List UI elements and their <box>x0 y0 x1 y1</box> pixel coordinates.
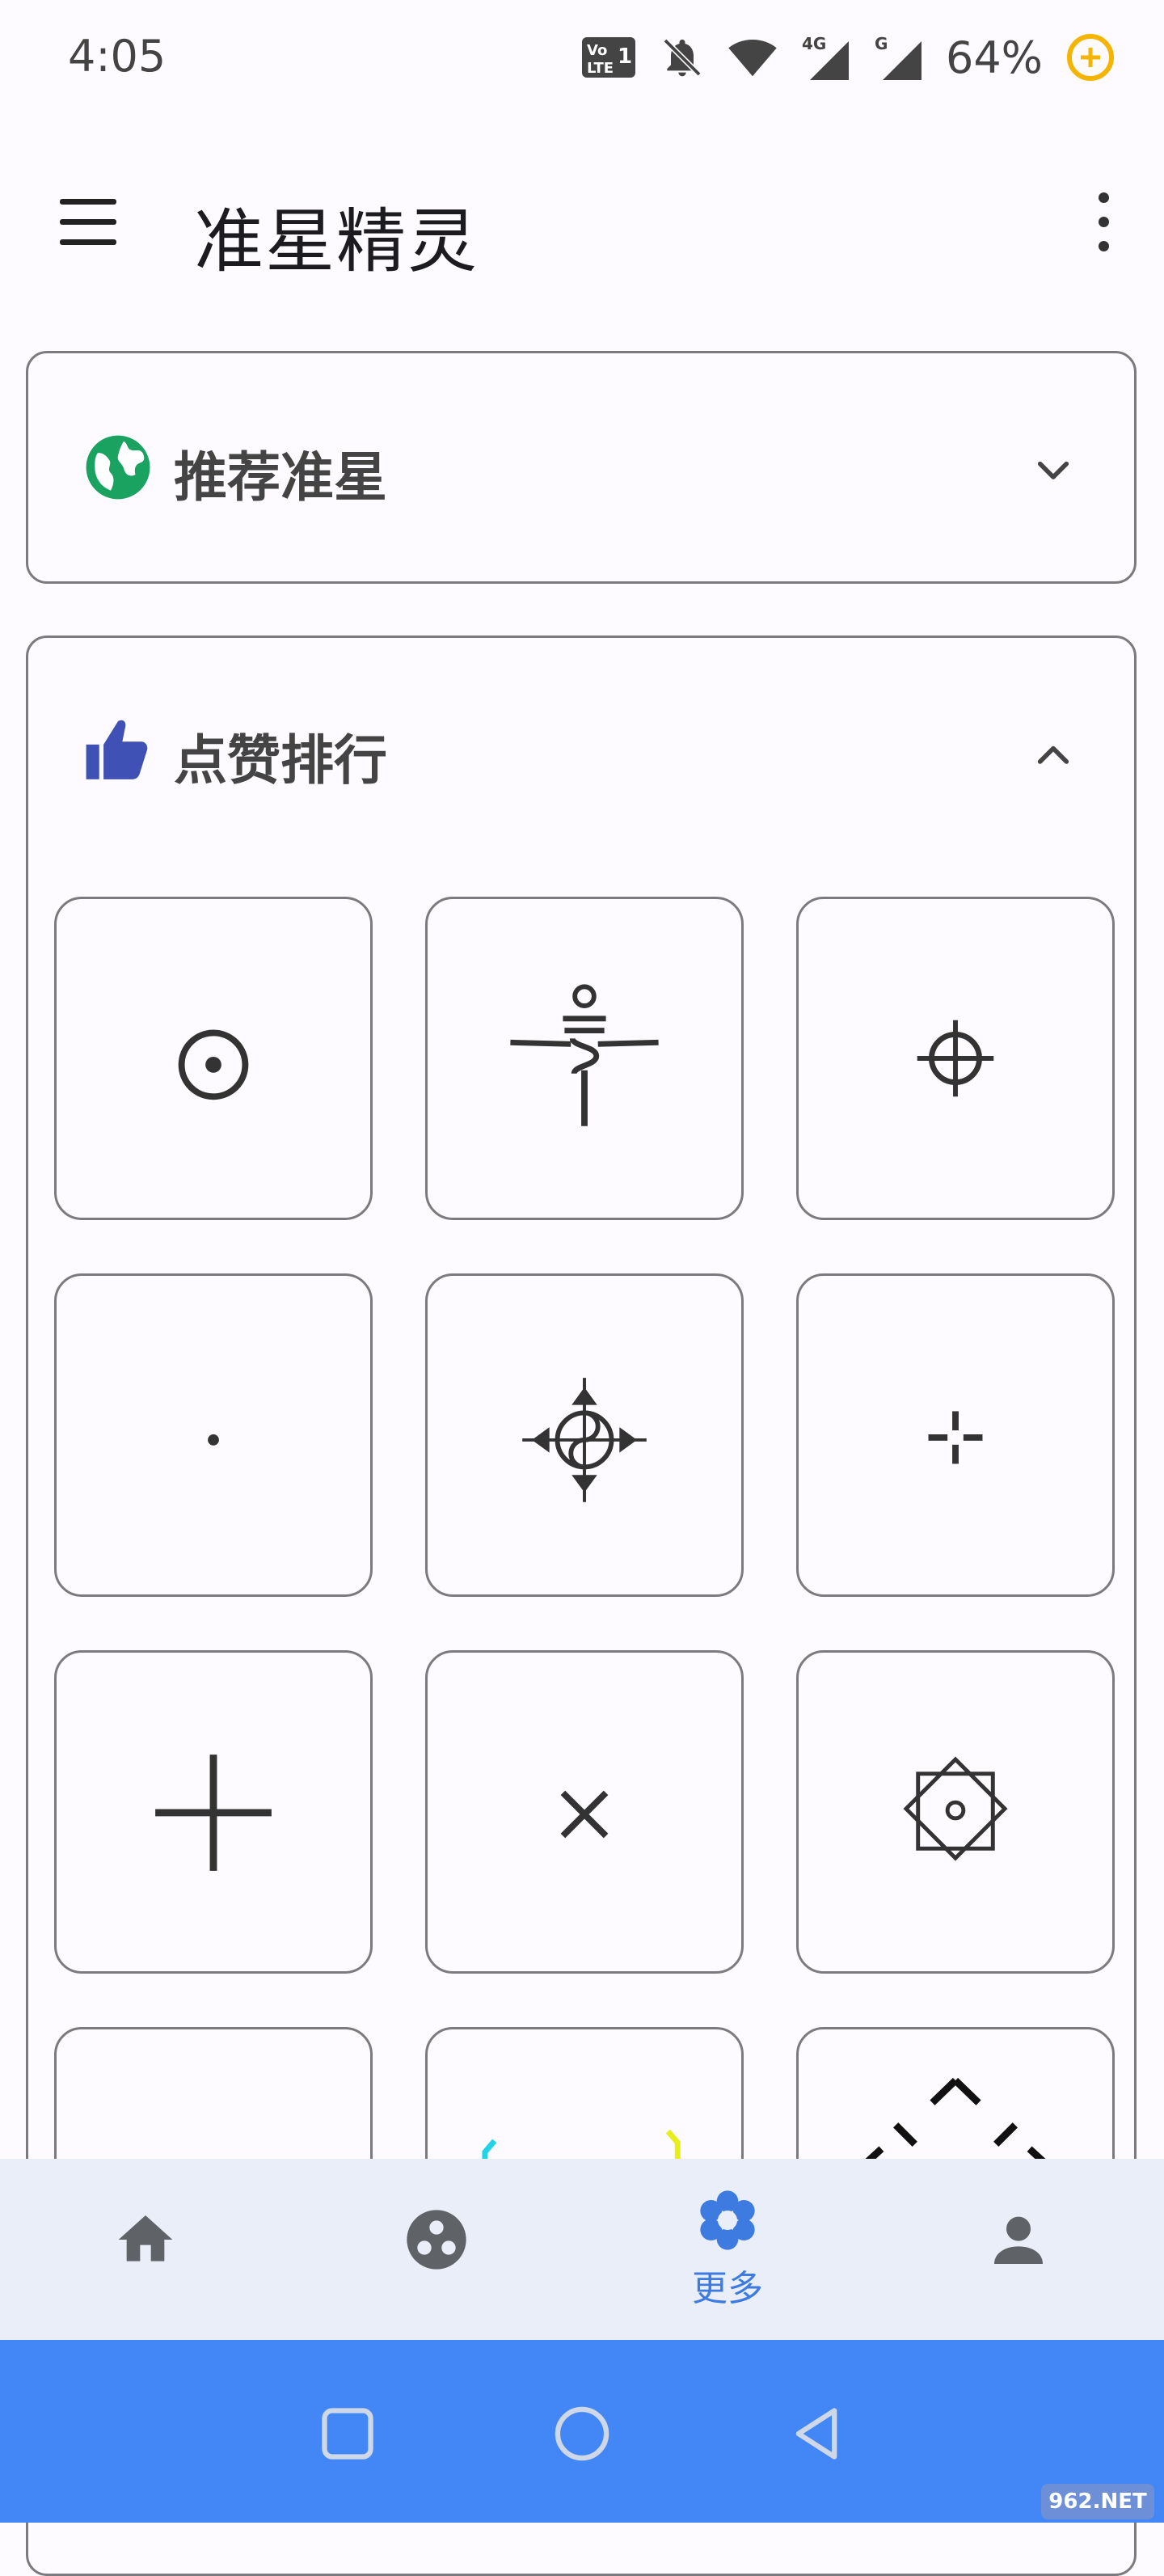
status-bar: 4:05 Vo LTE 1 4G G 64% <box>0 0 1164 121</box>
nav-more[interactable]: 更多 <box>582 2159 873 2340</box>
signal-4g-icon: 4G <box>802 34 849 80</box>
bell-off-icon <box>663 38 702 77</box>
chevron-up-icon[interactable] <box>1031 733 1076 779</box>
svg-text:LTE: LTE <box>587 60 614 77</box>
large-plus-crosshair[interactable] <box>54 1650 373 1974</box>
battery-saver-icon <box>1067 34 1114 81</box>
globe-icon <box>86 435 150 500</box>
recommend-section: 推荐准星 <box>26 351 1137 584</box>
small-gap-cross-crosshair[interactable] <box>796 1273 1115 1597</box>
watermark-logo: 962.NET <box>1041 2484 1154 2519</box>
volte-icon: Vo LTE 1 <box>581 37 635 78</box>
nav-home[interactable] <box>0 2159 291 2340</box>
recommend-header[interactable]: 推荐准星 <box>28 353 1134 586</box>
nav-community[interactable] <box>291 2159 582 2340</box>
nav-profile[interactable] <box>873 2159 1164 2340</box>
circle-dot-crosshair[interactable] <box>54 897 373 1220</box>
svg-text:Vo: Vo <box>587 42 607 59</box>
x-crosshair[interactable] <box>425 1650 744 1974</box>
diamond-square-crosshair[interactable] <box>796 1650 1115 1974</box>
status-icons: Vo LTE 1 4G G 64% <box>580 29 1116 86</box>
circle-cross-crosshair[interactable] <box>796 897 1115 1220</box>
home-icon <box>118 2215 173 2261</box>
recommend-title: 推荐准星 <box>174 446 387 509</box>
nav-more-label: 更多 <box>692 2268 763 2309</box>
likes-title: 点赞排行 <box>174 729 387 792</box>
bottom-navigation: 更多 <box>0 2159 1164 2340</box>
thumb-up-icon <box>86 720 148 779</box>
wifi-icon <box>728 40 777 77</box>
chevron-down-icon[interactable] <box>1031 449 1076 494</box>
back-triangle-icon[interactable] <box>786 2403 847 2464</box>
more-vert-icon[interactable] <box>1083 186 1124 259</box>
signal-g-icon: G <box>875 34 922 80</box>
app-bar: 准星精灵 <box>0 154 1164 291</box>
battery-percent: 64% <box>945 32 1043 83</box>
status-time: 4:05 <box>68 31 167 82</box>
app-title: 准星精灵 <box>194 201 479 282</box>
community-icon <box>407 2210 466 2270</box>
recents-square-icon[interactable] <box>317 2403 378 2464</box>
svg-text:4G: 4G <box>802 34 826 53</box>
single-dot-crosshair[interactable] <box>54 1273 373 1597</box>
person-icon <box>994 2216 1043 2264</box>
likes-header[interactable]: 点赞排行 <box>28 638 1134 864</box>
svg-text:1: 1 <box>618 44 632 69</box>
flower-icon <box>700 2190 755 2250</box>
svg-text:G: G <box>875 34 888 53</box>
home-circle-icon[interactable] <box>551 2403 613 2464</box>
yin-yang-ornament-crosshair[interactable] <box>425 1273 744 1597</box>
hamburger-icon[interactable] <box>55 194 120 251</box>
ornate-staff-crosshair[interactable] <box>425 897 744 1220</box>
system-navigation-bar: 962.NET <box>0 2340 1164 2523</box>
